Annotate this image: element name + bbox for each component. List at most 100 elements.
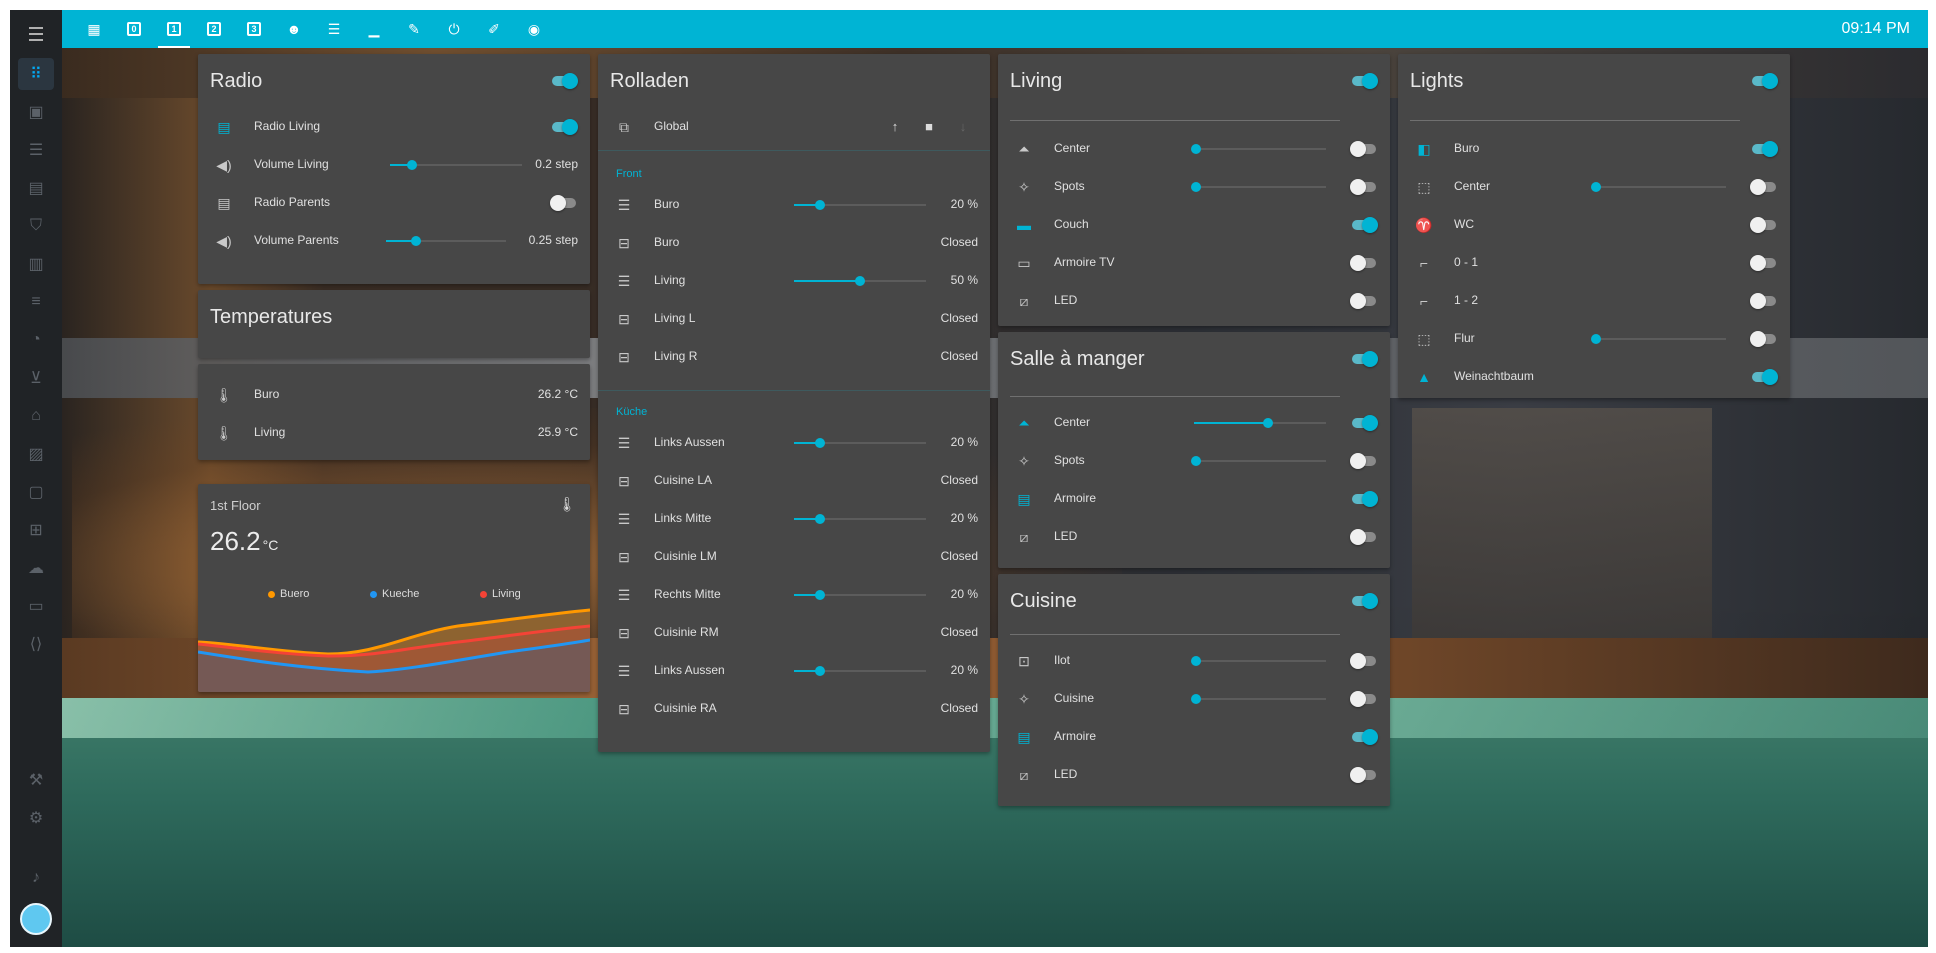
living-master-toggle[interactable] (1350, 73, 1378, 89)
light-toggle[interactable] (1350, 529, 1378, 545)
sensor-value: 26.2 °C (210, 526, 279, 556)
bell-icon[interactable]: ♪ (18, 862, 54, 894)
avatar[interactable] (20, 903, 52, 935)
code-icon[interactable]: ⟨⟩ (18, 628, 54, 660)
light-toggle[interactable] (1350, 767, 1378, 783)
gauge-icon[interactable]: ◔ (18, 324, 54, 356)
logbook-icon[interactable]: ▢ (18, 476, 54, 508)
cover-row: ⊟ Cuisinie LM Closed (598, 538, 990, 576)
close-cover-button[interactable]: ↓ (954, 118, 972, 136)
light-toggle[interactable] (1750, 369, 1778, 385)
power-icon[interactable]: ⏻ (434, 10, 474, 48)
brightness-slider[interactable] (1591, 332, 1726, 346)
server-icon[interactable]: ☰ (314, 10, 354, 48)
cuisine-master-toggle[interactable] (1350, 593, 1378, 609)
floorplan-icon[interactable]: ▦ (74, 10, 114, 48)
ruler-icon[interactable]: ✐ (474, 10, 514, 48)
menu-icon[interactable] (24, 22, 48, 46)
light-toggle[interactable] (1350, 255, 1378, 271)
salle-card: Salle à manger ⏶ Center ✧ Spots ▤ Armoir… (998, 332, 1390, 568)
light-toggle[interactable] (1350, 293, 1378, 309)
brightness-slider[interactable] (1191, 692, 1326, 706)
person-icon[interactable]: ▣ (18, 96, 54, 128)
light-toggle[interactable] (1350, 691, 1378, 707)
spotlight-icon: ✧ (1018, 453, 1030, 469)
cover-position-slider[interactable] (794, 198, 926, 212)
cover-position-slider[interactable] (794, 436, 926, 450)
light-toggle[interactable] (1350, 453, 1378, 469)
light-toggle[interactable] (1350, 729, 1378, 745)
menu-list-icon[interactable]: ≡ (18, 286, 54, 318)
gear-icon[interactable]: ⚙ (18, 802, 54, 834)
window-closed-icon: ⊟ (618, 349, 630, 365)
lights-master-toggle[interactable] (1750, 73, 1778, 89)
floor-0-icon[interactable]: 0 (114, 10, 154, 48)
book-icon[interactable]: ▥ (18, 248, 54, 280)
brightness-slider[interactable] (1191, 142, 1326, 156)
stove-icon: ⊡ (1018, 653, 1030, 669)
light-toggle[interactable] (1350, 491, 1378, 507)
floor-1-icon[interactable]: 1 (154, 10, 194, 48)
brightness-slider[interactable] (1191, 654, 1326, 668)
volume-row: ◀) Volume Living 0.2 step (198, 146, 590, 184)
light-toggle[interactable] (1750, 217, 1778, 233)
shield-icon[interactable]: ⛉ (18, 210, 54, 242)
radio-master-toggle[interactable] (550, 73, 578, 89)
volume-parents-slider[interactable] (386, 234, 506, 248)
radio-parents-toggle[interactable] (550, 195, 578, 211)
light-toggle[interactable] (1350, 415, 1378, 431)
radio-row: ▤ Radio Parents (198, 184, 590, 222)
temperatures-entities-card: 🌡︎ Buro 26.2 °C 🌡︎ Living 25.9 °C (198, 364, 590, 460)
light-toggle[interactable] (1750, 255, 1778, 271)
robot-icon[interactable]: ☻ (274, 10, 314, 48)
brightness-slider[interactable] (1591, 180, 1726, 194)
led-strip-icon: ⧄ (1019, 293, 1029, 309)
network-icon[interactable]: ⊞ (18, 514, 54, 546)
cart-icon[interactable]: ⊻ (18, 362, 54, 394)
light-toggle[interactable] (1750, 179, 1778, 195)
salle-master-toggle[interactable] (1350, 351, 1378, 367)
light-toggle[interactable] (1350, 141, 1378, 157)
wrench-icon[interactable]: ✎ (394, 10, 434, 48)
volume-living-slider[interactable] (390, 158, 522, 172)
brightness-slider[interactable] (1191, 180, 1326, 194)
window-closed-icon: ⊟ (618, 235, 630, 251)
cover-position-slider[interactable] (794, 588, 926, 602)
calendar-icon[interactable]: ▤ (18, 172, 54, 204)
stop-cover-button[interactable]: ■ (920, 118, 938, 136)
light-toggle[interactable] (1350, 179, 1378, 195)
light-toggle[interactable] (1350, 653, 1378, 669)
light-toggle[interactable] (1350, 217, 1378, 233)
list-icon[interactable]: ☰ (18, 134, 54, 166)
radio-icon: ▤ (217, 119, 231, 135)
cover-position-slider[interactable] (794, 664, 926, 678)
terminal-icon[interactable]: ▭ (18, 590, 54, 622)
legend-item[interactable]: Living (480, 588, 521, 600)
floor-2-icon[interactable]: 2 (194, 10, 234, 48)
cover-position-slider[interactable] (794, 512, 926, 526)
brightness-slider[interactable] (1194, 416, 1326, 430)
home-icon[interactable]: ⌂ (18, 400, 54, 432)
cover-position-slider[interactable] (794, 274, 926, 288)
light-toggle[interactable] (1750, 331, 1778, 347)
brightness-slider[interactable] (1191, 454, 1326, 468)
chart-icon[interactable]: ▨ (18, 438, 54, 470)
blinds-icon: ☰ (617, 197, 631, 213)
cloud-icon[interactable]: ☁ (18, 552, 54, 584)
legend-item[interactable]: Buero (268, 588, 309, 600)
hallway-icon: ⬚ (1417, 331, 1431, 347)
light-toggle[interactable] (1750, 293, 1778, 309)
hammer-icon[interactable]: ⚒ (18, 764, 54, 796)
light-toggle[interactable] (1750, 141, 1778, 157)
volume-row: ◀) Volume Parents 0.25 step (198, 222, 590, 260)
floorplan-icon: ⬚ (1417, 179, 1431, 195)
camera-icon[interactable]: ◉ (514, 10, 554, 48)
legend-item[interactable]: Kueche (370, 588, 419, 600)
radio-living-toggle[interactable] (550, 119, 578, 135)
light-row: ▲ Weinachtbaum (1398, 358, 1790, 396)
light-row: ⌐ 1 - 2 (1398, 282, 1790, 320)
open-cover-button[interactable]: ↑ (886, 118, 904, 136)
laptop-icon[interactable]: ▁ (354, 10, 394, 48)
floor-3-icon[interactable]: 3 (234, 10, 274, 48)
overview-icon[interactable]: ⠿ (18, 58, 54, 90)
